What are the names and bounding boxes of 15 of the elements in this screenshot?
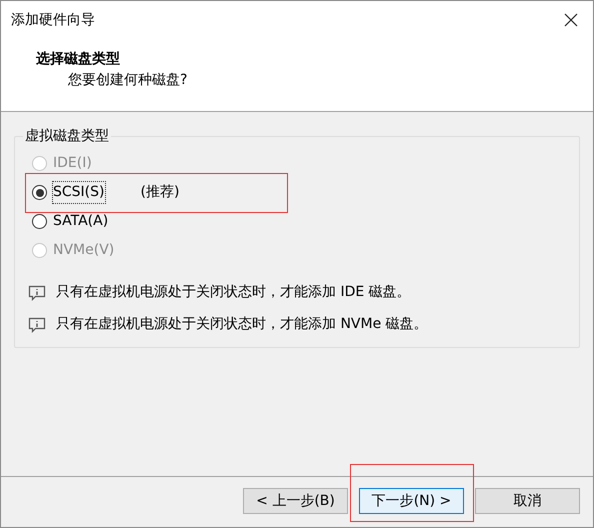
recommended-note: (推荐) <box>140 183 180 202</box>
radio-label[interactable]: SCSI(S) <box>53 182 104 203</box>
radio-label[interactable]: SATA(A) <box>53 211 108 232</box>
page-title: 选择磁盘类型 <box>36 50 121 69</box>
wizard-button[interactable]: 下一步(N) > <box>359 488 464 514</box>
radio-button[interactable] <box>32 214 47 229</box>
wizard-button[interactable]: 取消 <box>475 488 580 514</box>
info-message: 只有在虚拟机电源处于关闭状态时，才能添加 IDE 磁盘。 <box>56 283 411 302</box>
window-title: 添加硬件向导 <box>11 10 95 30</box>
info-message-icon <box>28 284 46 302</box>
wizard-button[interactable]: < 上一步(B) <box>243 488 348 514</box>
info-message: 只有在虚拟机电源处于关闭状态时，才能添加 NVMe 磁盘。 <box>56 315 428 334</box>
info-message-icon <box>28 316 46 334</box>
page-subtitle: 您要创建何种磁盘? <box>67 71 188 90</box>
radio-button[interactable] <box>32 185 47 200</box>
